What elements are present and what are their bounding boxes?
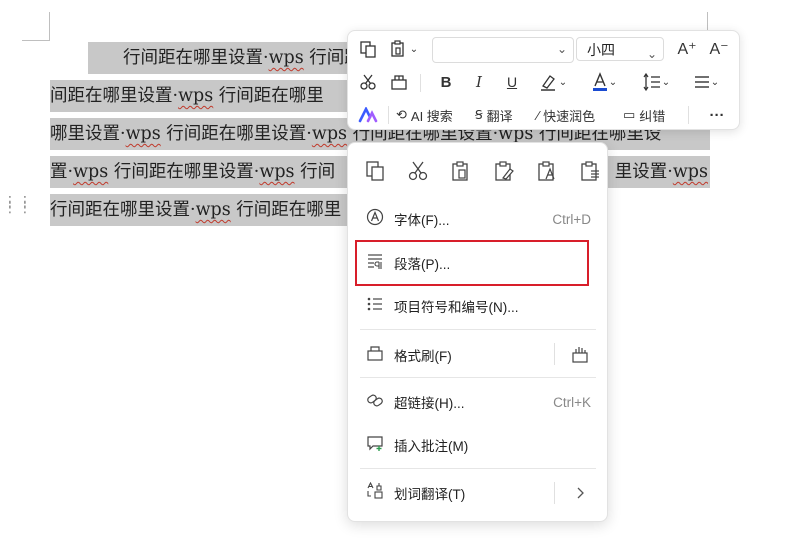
drag-handle-icon[interactable]: ⋮⋮ ⋮⋮ [3,194,32,216]
menu-item-label: 划词翻译(T) [394,487,466,502]
text-line[interactable]: 间距在哪里设置·wps 行间距在哪里 [50,80,350,112]
line-spacing-icon[interactable]: ⌄ [638,70,674,94]
spellcheck-underline-word: wps [195,200,231,220]
menu-item-label: 字体(F)... [394,213,450,228]
italic-button[interactable]: I [467,70,491,94]
spellcheck-underline-word: wps [259,162,295,182]
font-color-icon[interactable]: ⌄ [586,70,622,94]
font-size-value: 小四 [587,42,615,58]
menu-item-separator [554,482,555,504]
line-text: 间距在哪里设置·wps 行间距在哪里 [50,86,324,106]
page-corner-mark [22,40,50,41]
line-text: 里设置·wps [614,162,708,182]
translate-button[interactable]: Ꞩ 翻译 [475,103,513,127]
copy-icon[interactable] [362,157,388,185]
menu-item-label: 格式刷(F) [394,349,452,364]
menu-divider [360,329,596,330]
proofread-icon: ▭ [623,107,636,122]
cut-icon[interactable] [405,157,431,185]
shrink-font-button[interactable]: A⁻ [706,37,732,61]
menu-item-label: 项目符号和编号(N)... [394,300,519,315]
text-line[interactable]: 置·wps 行间距在哪里设置·wps 行间 [50,156,350,188]
line-text: 置·wps 行间距在哪里设置·wps 行间 [50,162,336,182]
clipboard-icon-row [362,157,603,185]
annotation-highlight-box [355,240,589,286]
translate-label: 翻译 [486,108,513,124]
spellcheck-underline-word: wps [125,124,161,144]
line-text: 行间距在哪里设置·wps 行间距在哪里 [50,200,342,220]
chevron-right-icon[interactable] [570,481,590,505]
format-painter-icon[interactable] [386,70,412,94]
menu-item-format-painter[interactable]: 格式刷(F) [354,337,601,373]
quick-polish-button[interactable]: ⁄ 快速润色 [537,103,595,127]
menu-shortcut: Ctrl+K [553,394,591,410]
menu-item-word-translate[interactable]: 划词翻译(T) [354,475,601,511]
line-text: 行间距在哪里设置·wps 行间距 [88,48,350,68]
text-line[interactable]: 行间距在哪里设置·wps 行间距在哪里 [50,194,350,226]
more-button[interactable]: ··· [704,103,730,127]
spellcheck-underline-word: wps [73,162,109,182]
page-corner-mark [49,12,50,41]
ai-search-icon: ⟲ [396,107,407,122]
menu-item-bullets-numbering[interactable]: 项目符号和编号(N)... [354,288,601,324]
menu-item-font[interactable]: 字体(F)... Ctrl+D [354,201,601,237]
menu-item-label: 超链接(H)... [394,396,465,411]
underline-button[interactable]: U [500,70,524,94]
text-line-tail[interactable]: 里设置·wps [605,156,710,188]
grow-font-button[interactable]: A⁺ [674,37,700,61]
highlight-color-icon[interactable]: ⌄ [535,70,571,94]
menu-item-label: 插入批注(M) [394,439,469,454]
menu-shortcut: Ctrl+D [552,211,591,227]
paste-icon[interactable] [448,157,474,185]
correct-label: 纠错 [639,108,666,124]
toolbar-separator [388,106,389,124]
format-painter-persist-icon[interactable] [568,342,592,366]
menu-divider [360,377,596,378]
font-family-select[interactable]: ⌄ [432,37,574,63]
link-icon [364,391,386,413]
magic-wand-icon: ⁄ [537,107,540,123]
format-painter-icon [364,344,386,366]
paste-keep-format-icon[interactable] [491,157,517,185]
comment-add-icon [364,434,386,456]
context-menu: 字体(F)... Ctrl+D 段落(P)... 项目符号和编号(N)... 格… [347,142,608,522]
list-bullets-icon [364,295,386,317]
menu-item-insert-comment[interactable]: 插入批注(M) [354,427,601,463]
toolbar-separator [688,106,689,124]
spellcheck-underline-word: wps [268,48,304,68]
ai-search-button[interactable]: ⟲ AI 搜索 [396,103,453,127]
text-line[interactable]: 行间距在哪里设置·wps 行间距 [88,42,350,74]
wps-ai-logo-icon[interactable] [355,103,381,127]
menu-divider [360,468,596,469]
font-icon [364,208,386,230]
paste-dropdown-icon[interactable]: ⌄ [386,37,422,61]
ai-search-label: AI 搜索 [410,108,453,124]
font-size-select[interactable]: 小四 ⌄ [576,37,664,61]
chevron-down-icon: ⌄ [556,42,567,56]
menu-item-separator [554,343,555,365]
cut-icon[interactable] [355,70,381,94]
correct-button[interactable]: ▭ 纠错 [623,103,665,127]
bold-button[interactable]: B [434,70,458,94]
copy-icon[interactable] [355,37,381,61]
toolbar-separator [420,74,421,92]
translate-icon [364,481,386,504]
spellcheck-underline-word: wps [672,162,708,182]
quick-polish-label: 快速润色 [543,108,596,124]
spellcheck-underline-word: wps [311,124,348,144]
translate-icon: Ꞩ [475,108,483,122]
menu-item-hyperlink[interactable]: 超链接(H)... Ctrl+K [354,384,601,420]
align-icon[interactable]: ⌄ [688,70,724,94]
chevron-down-icon: ⌄ [646,47,657,61]
spellcheck-underline-word: wps [178,86,214,106]
paste-special-icon[interactable] [577,157,603,185]
paste-text-only-icon[interactable] [534,157,560,185]
